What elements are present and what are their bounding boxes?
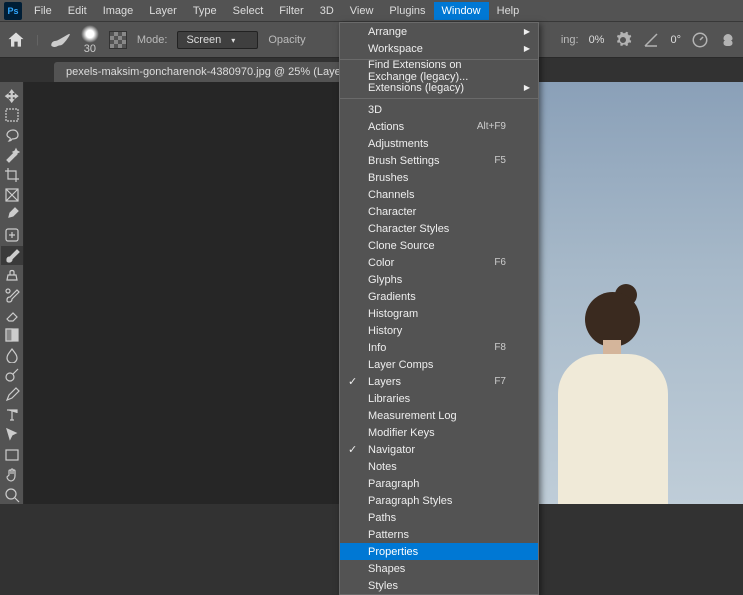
menu-type[interactable]: Type (185, 2, 225, 20)
menu-plugins[interactable]: Plugins (381, 2, 433, 20)
submenu-arrow-icon: ▶ (524, 44, 530, 53)
menu-file[interactable]: File (26, 2, 60, 20)
tool-move[interactable] (1, 86, 23, 105)
pressure-icon[interactable] (691, 31, 709, 49)
shortcut-label: F6 (494, 257, 506, 268)
menu-item-glyphs[interactable]: Glyphs (340, 271, 538, 288)
menu-item-clone-source[interactable]: Clone Source (340, 237, 538, 254)
smoothing-value[interactable]: 0% (589, 34, 605, 46)
menu-item-navigator[interactable]: ✓Navigator (340, 441, 538, 458)
tool-blur[interactable] (1, 345, 23, 364)
menu-item-histogram[interactable]: Histogram (340, 305, 538, 322)
menu-item-character[interactable]: Character (340, 203, 538, 220)
tool-dodge[interactable] (1, 365, 23, 384)
menu-item-brushes[interactable]: Brushes (340, 169, 538, 186)
blend-mode-select[interactable]: Screen▾ (177, 31, 258, 49)
menu-item-history[interactable]: History (340, 322, 538, 339)
shortcut-label: F7 (494, 376, 506, 387)
menu-item-workspace[interactable]: Workspace▶ (340, 40, 538, 57)
brush-preview-icon (81, 25, 99, 43)
menu-edit[interactable]: Edit (60, 2, 95, 20)
tool-brush[interactable] (1, 246, 23, 265)
app-logo: Ps (4, 2, 22, 20)
tool-magic-wand[interactable] (1, 146, 23, 165)
tool-hand[interactable] (1, 465, 23, 484)
tool-type[interactable] (1, 405, 23, 424)
image-subject (543, 292, 683, 504)
menu-item-character-styles[interactable]: Character Styles (340, 220, 538, 237)
menu-item-notes[interactable]: Notes (340, 458, 538, 475)
tool-history-brush[interactable] (1, 286, 23, 305)
menu-item-color[interactable]: ColorF6 (340, 254, 538, 271)
brush-tool-icon (49, 33, 71, 47)
home-icon[interactable] (6, 30, 26, 50)
menu-item-find-extensions-on-exchange-legacy[interactable]: Find Extensions on Exchange (legacy)... (340, 62, 538, 79)
tool-rectangle[interactable] (1, 445, 23, 464)
canvas-image (523, 82, 743, 504)
menu-item-layers[interactable]: ✓LayersF7 (340, 373, 538, 390)
tool-lasso[interactable] (1, 126, 23, 145)
angle-value[interactable]: 0° (670, 34, 681, 46)
tool-healing-brush[interactable] (1, 226, 23, 245)
window-menu-dropdown: Arrange▶Workspace▶ Find Extensions on Exc… (339, 22, 539, 595)
gear-icon[interactable] (614, 31, 632, 49)
tool-gradient[interactable] (1, 325, 23, 344)
opacity-label: Opacity (268, 34, 305, 46)
menu-item-shapes[interactable]: Shapes (340, 560, 538, 577)
tool-path-select[interactable] (1, 425, 23, 444)
menu-item-paths[interactable]: Paths (340, 509, 538, 526)
menu-3d[interactable]: 3D (312, 2, 342, 20)
menu-filter[interactable]: Filter (271, 2, 311, 20)
check-icon: ✓ (348, 375, 357, 388)
smoothing-label: ing: (561, 34, 579, 46)
menu-item-layer-comps[interactable]: Layer Comps (340, 356, 538, 373)
menu-view[interactable]: View (342, 2, 382, 20)
menu-item-properties[interactable]: Properties (340, 543, 538, 560)
tool-eyedropper[interactable] (1, 206, 23, 225)
menu-select[interactable]: Select (225, 2, 272, 20)
menu-item-arrange[interactable]: Arrange▶ (340, 23, 538, 40)
menu-item-measurement-log[interactable]: Measurement Log (340, 407, 538, 424)
tool-rect-marquee[interactable] (1, 106, 23, 125)
tool-clone-stamp[interactable] (1, 266, 23, 285)
menu-window[interactable]: Window (434, 2, 489, 20)
menu-item-libraries[interactable]: Libraries (340, 390, 538, 407)
brush-panel-toggle[interactable] (109, 31, 127, 49)
menu-item-paragraph-styles[interactable]: Paragraph Styles (340, 492, 538, 509)
main-menubar: Ps FileEditImageLayerTypeSelectFilter3DV… (0, 0, 743, 22)
menu-item-modifier-keys[interactable]: Modifier Keys (340, 424, 538, 441)
tool-zoom[interactable] (1, 485, 23, 504)
angle-icon[interactable] (642, 31, 660, 49)
mode-label: Mode: (137, 34, 168, 46)
brush-size-display[interactable]: 30 (81, 25, 99, 55)
butterfly-icon[interactable] (719, 31, 737, 49)
tool-pen[interactable] (1, 385, 23, 404)
chevron-down-icon: ▾ (231, 36, 235, 45)
brush-size-value: 30 (84, 43, 96, 55)
menu-layer[interactable]: Layer (141, 2, 185, 20)
check-icon: ✓ (348, 443, 357, 456)
submenu-arrow-icon: ▶ (524, 27, 530, 36)
menu-item-paragraph[interactable]: Paragraph (340, 475, 538, 492)
tools-panel (0, 82, 24, 504)
menu-item-brush-settings[interactable]: Brush SettingsF5 (340, 152, 538, 169)
tool-frame[interactable] (1, 186, 23, 205)
menu-item-gradients[interactable]: Gradients (340, 288, 538, 305)
shortcut-label: F8 (494, 342, 506, 353)
shortcut-label: Alt+F9 (477, 121, 506, 132)
tool-eraser[interactable] (1, 305, 23, 324)
menu-item-3d[interactable]: 3D (340, 101, 538, 118)
menu-item-styles[interactable]: Styles (340, 577, 538, 594)
menu-item-info[interactable]: InfoF8 (340, 339, 538, 356)
menu-item-adjustments[interactable]: Adjustments (340, 135, 538, 152)
menu-help[interactable]: Help (489, 2, 528, 20)
menu-item-patterns[interactable]: Patterns (340, 526, 538, 543)
menu-item-extensions-legacy[interactable]: Extensions (legacy)▶ (340, 79, 538, 96)
menu-image[interactable]: Image (95, 2, 142, 20)
menu-item-actions[interactable]: ActionsAlt+F9 (340, 118, 538, 135)
tool-crop[interactable] (1, 166, 23, 185)
submenu-arrow-icon: ▶ (524, 83, 530, 92)
menu-item-channels[interactable]: Channels (340, 186, 538, 203)
shortcut-label: F5 (494, 155, 506, 166)
